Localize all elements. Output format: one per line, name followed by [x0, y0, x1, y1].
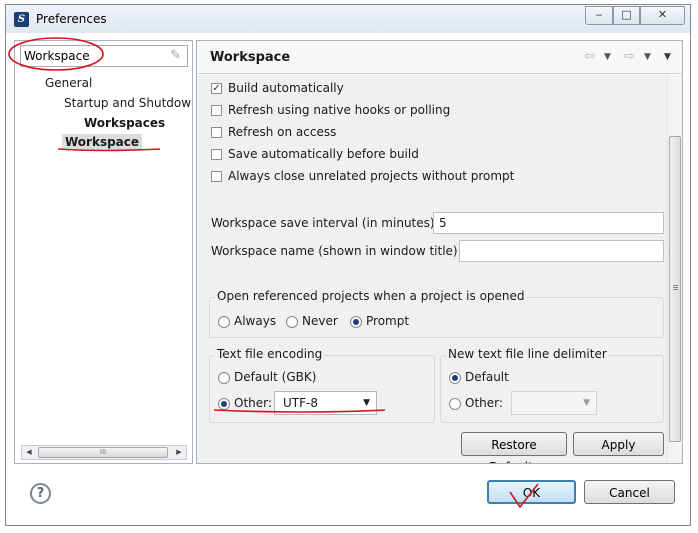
radio-button[interactable] [286, 316, 298, 328]
minimize-button[interactable]: ‒ [585, 6, 613, 25]
radio-label: Other: [465, 396, 503, 410]
radio-button[interactable] [449, 398, 461, 410]
group-title: New text file line delimiter [446, 347, 609, 361]
open-referenced-projects-group: Open referenced projects when a project … [209, 289, 664, 338]
cancel-button[interactable]: Cancel [584, 480, 675, 504]
title-bar: S Preferences ‒ □ ✕ [6, 5, 690, 33]
radio-button[interactable] [218, 316, 230, 328]
radio-label: Always [234, 314, 277, 328]
tree-item-workspaces[interactable]: Workspaces [84, 116, 165, 130]
apply-button[interactable]: Apply [573, 432, 664, 456]
tree-item-startup-and-shutdown[interactable]: Startup and Shutdow [64, 96, 191, 110]
preference-tree-pane: ✎ General Startup and Shutdow Workspaces… [14, 40, 193, 464]
workspace-name-label: Workspace name (shown in window title): [211, 244, 462, 258]
tree-item-general[interactable]: General [45, 76, 92, 90]
checkbox[interactable] [211, 171, 222, 182]
preference-page-pane: Workspace ⇦ ▼ ⇨ ▼ ▼ ✓ Build automaticall… [196, 40, 683, 464]
page-vertical-scrollbar[interactable] [667, 75, 682, 463]
delimiter-select[interactable]: ▼ [511, 391, 597, 415]
restore-defaults-button[interactable]: Restore Defaults [461, 432, 567, 463]
line-delimiter-group: New text file line delimiter Default Oth… [440, 347, 664, 423]
eclipse-app-icon: S [14, 12, 29, 27]
workspace-settings: ✓ Build automatically Refresh using nati… [197, 75, 667, 463]
checkbox-label: Refresh using native hooks or polling [228, 103, 451, 117]
filter-input[interactable] [24, 48, 164, 64]
preferences-window: S Preferences ‒ □ ✕ ✎ General Startup an… [5, 4, 691, 526]
radio-button[interactable] [350, 316, 362, 328]
save-interval-label: Workspace save interval (in minutes): [211, 216, 439, 230]
scroll-left-icon[interactable]: ◀ [22, 446, 36, 459]
checkbox-label: Always close unrelated projects without … [228, 169, 515, 183]
filter-box: ✎ [20, 45, 188, 67]
radio-button[interactable] [449, 372, 461, 384]
back-dropdown-icon[interactable]: ▼ [604, 52, 611, 62]
back-arrow-icon[interactable]: ⇦ [584, 49, 595, 64]
ok-button[interactable]: OK [487, 480, 576, 504]
chevron-down-icon: ▼ [583, 398, 590, 408]
radio-button[interactable] [218, 398, 230, 410]
tree-horizontal-scrollbar[interactable]: ◀ III ▶ [21, 445, 187, 460]
maximize-button[interactable]: □ [613, 6, 640, 25]
chevron-down-icon: ▼ [363, 398, 370, 408]
checkbox[interactable]: ✓ [211, 83, 222, 94]
scroll-right-icon[interactable]: ▶ [172, 446, 186, 459]
text-file-encoding-group: Text file encoding Default (GBK) Other: … [209, 347, 435, 423]
group-title: Open referenced projects when a project … [215, 289, 527, 303]
radio-label: Other: [234, 396, 272, 410]
radio-label: Default [465, 370, 509, 384]
checkbox-label: Build automatically [228, 81, 344, 95]
tree-item-workspace[interactable]: Workspace [62, 134, 143, 150]
scroll-thumb[interactable]: III [38, 447, 168, 458]
save-interval-input[interactable]: 5 [433, 212, 664, 234]
window-title: Preferences [36, 12, 107, 26]
checkbox-label: Refresh on access [228, 125, 337, 139]
radio-label: Default (GBK) [234, 370, 317, 384]
checkbox-label: Save automatically before build [228, 147, 419, 161]
radio-label: Never [302, 314, 338, 328]
radio-label: Prompt [366, 314, 410, 328]
close-button[interactable]: ✕ [640, 6, 685, 25]
clear-filter-icon[interactable]: ✎ [170, 48, 181, 63]
checkbox[interactable] [211, 105, 222, 116]
group-title: Text file encoding [215, 347, 325, 361]
page-header: Workspace ⇦ ▼ ⇨ ▼ ▼ [197, 41, 682, 74]
encoding-select-value: UTF-8 [283, 396, 318, 410]
help-icon[interactable]: ? [30, 483, 51, 504]
view-menu-icon[interactable]: ▼ [664, 52, 671, 62]
radio-button[interactable] [218, 372, 230, 384]
scroll-grip-icon [673, 285, 678, 286]
encoding-select[interactable]: UTF-8 ▼ [274, 391, 377, 415]
page-title: Workspace [210, 50, 291, 65]
scroll-thumb[interactable] [669, 136, 681, 442]
forward-arrow-icon[interactable]: ⇨ [624, 49, 635, 64]
checkbox[interactable] [211, 149, 222, 160]
checkbox[interactable] [211, 127, 222, 138]
workspace-name-input[interactable] [459, 240, 664, 262]
forward-dropdown-icon[interactable]: ▼ [644, 52, 651, 62]
